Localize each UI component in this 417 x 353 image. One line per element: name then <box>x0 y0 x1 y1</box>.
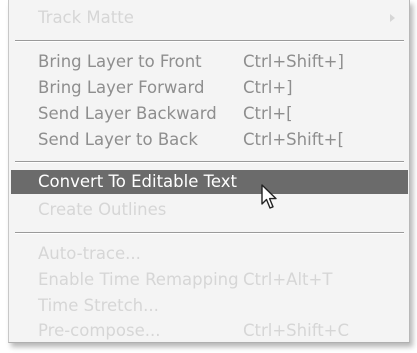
menu-item-label: Time Stretch... <box>38 296 159 315</box>
menu-item-auto-trace[interactable]: Auto-trace... <box>9 242 409 266</box>
menu-item-pre-compose[interactable]: Pre-compose... Ctrl+Shift+C <box>9 319 409 343</box>
menu-item-label: Bring Layer to Front <box>38 52 202 71</box>
menu-separator <box>15 40 404 42</box>
menu-item-shortcut: Ctrl+Shift+] <box>243 52 344 71</box>
menu-separator <box>15 232 404 234</box>
menu-item-track-matte[interactable]: Track Matte <box>9 6 409 30</box>
layer-context-menu: Track Matte Bring Layer to Front Ctrl+Sh… <box>8 0 410 343</box>
menu-item-time-stretch[interactable]: Time Stretch... <box>9 294 409 318</box>
menu-item-label: Convert To Editable Text <box>38 172 237 191</box>
menu-item-label: Send Layer Backward <box>38 104 217 123</box>
menu-item-label: Send Layer to Back <box>38 130 198 149</box>
menu-item-convert-to-editable-text[interactable]: Convert To Editable Text <box>11 170 408 194</box>
menu-item-create-outlines[interactable]: Create Outlines <box>9 198 409 222</box>
screenshot-frame: Track Matte Bring Layer to Front Ctrl+Sh… <box>0 0 417 353</box>
menu-item-shortcut: Ctrl+] <box>243 78 293 97</box>
menu-item-send-layer-backward[interactable]: Send Layer Backward Ctrl+[ <box>9 102 409 126</box>
menu-item-enable-time-remapping[interactable]: Enable Time Remapping Ctrl+Alt+T <box>9 268 409 292</box>
menu-item-bring-layer-to-front[interactable]: Bring Layer to Front Ctrl+Shift+] <box>9 50 409 74</box>
menu-item-bring-layer-forward[interactable]: Bring Layer Forward Ctrl+] <box>9 76 409 100</box>
menu-item-label: Create Outlines <box>38 200 167 219</box>
menu-separator <box>15 161 404 163</box>
menu-item-label: Bring Layer Forward <box>38 78 205 97</box>
menu-item-label: Auto-trace... <box>38 244 141 263</box>
menu-item-shortcut: Ctrl+Shift+[ <box>243 130 344 149</box>
menu-item-shortcut: Ctrl+[ <box>243 104 293 123</box>
menu-item-label: Track Matte <box>38 8 134 27</box>
mouse-pointer-icon <box>261 184 277 209</box>
menu-item-label: Enable Time Remapping <box>38 270 239 289</box>
menu-item-send-layer-to-back[interactable]: Send Layer to Back Ctrl+Shift+[ <box>9 128 409 152</box>
chevron-right-icon <box>390 14 395 22</box>
menu-item-shortcut: Ctrl+Alt+T <box>243 270 333 289</box>
menu-item-label: Pre-compose... <box>38 321 161 340</box>
menu-item-shortcut: Ctrl+Shift+C <box>243 321 350 340</box>
